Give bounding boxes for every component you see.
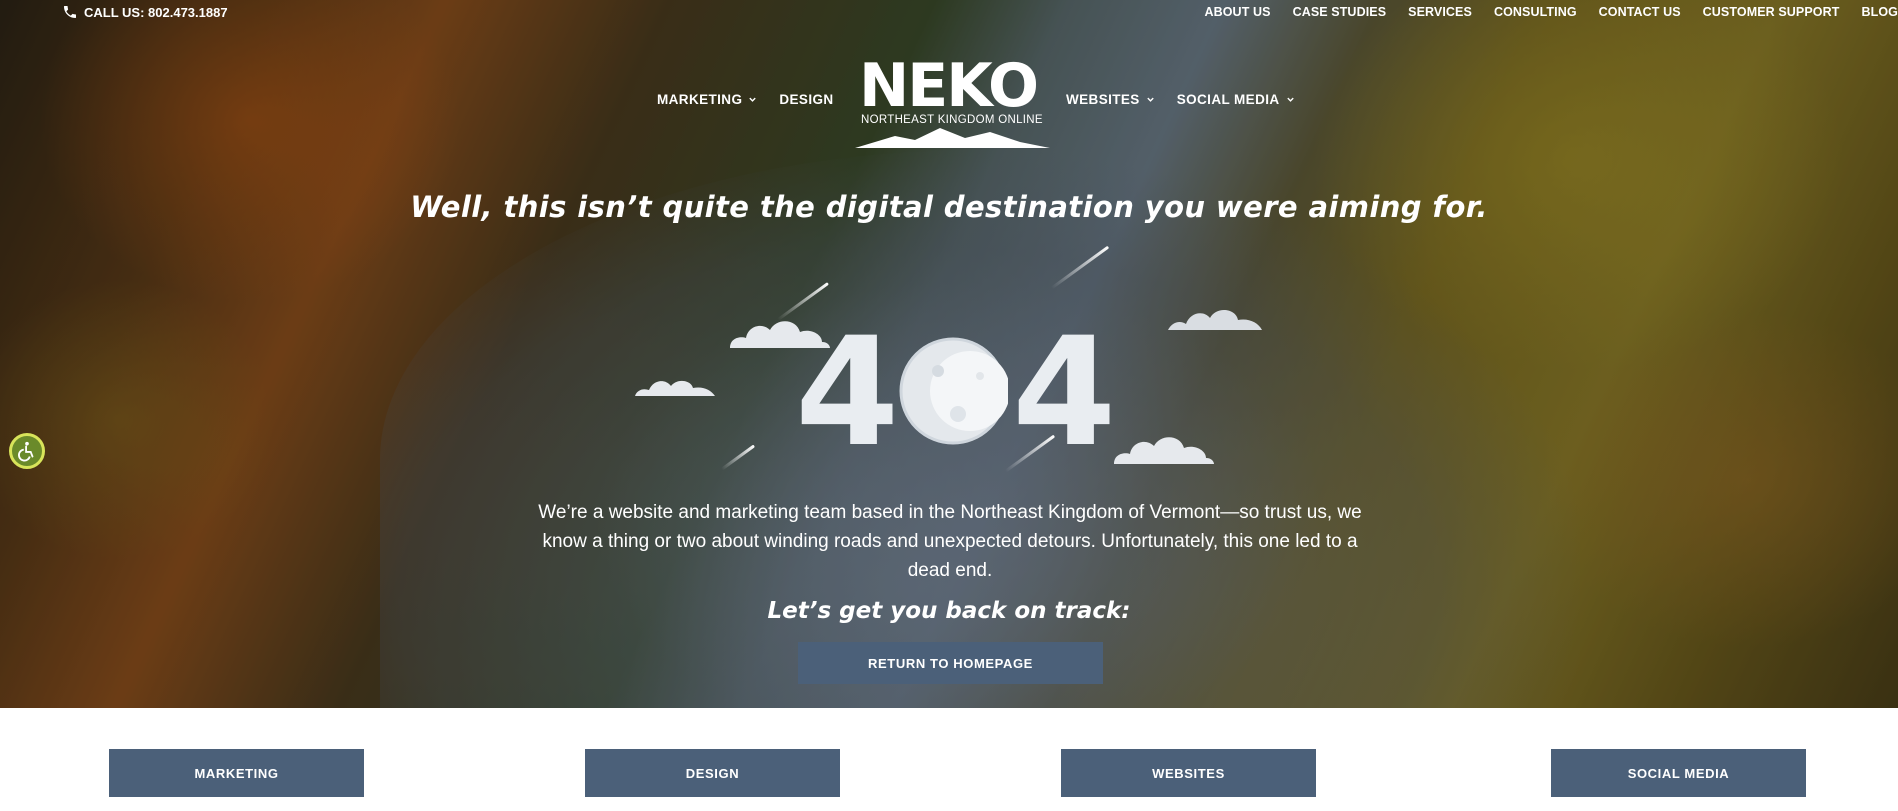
mountain-icon: [855, 128, 1050, 148]
bottom-social-media-button[interactable]: SOCIAL MEDIA: [1551, 749, 1806, 797]
main-nav-left: MARKETING DESIGN: [657, 92, 834, 107]
return-home-button[interactable]: RETURN TO HOMEPAGE: [798, 642, 1103, 684]
hero-subhead: Let’s get you back on track:: [767, 598, 1131, 624]
chevron-down-icon: [1286, 97, 1294, 102]
logo-tagline: NORTHEAST KINGDOM ONLINE: [861, 114, 1043, 126]
top-nav-contact[interactable]: CONTACT US: [1588, 5, 1692, 19]
phone-link[interactable]: CALL US: 802.473.1887: [62, 4, 228, 20]
top-nav-blog[interactable]: BLOG: [1850, 5, 1898, 19]
top-nav: ABOUT US CASE STUDIES SERVICES CONSULTIN…: [1193, 5, 1898, 19]
top-nav-customer-support[interactable]: CUSTOMER SUPPORT: [1692, 5, 1851, 19]
top-nav-services[interactable]: SERVICES: [1397, 5, 1483, 19]
main-nav-marketing-label: MARKETING: [657, 92, 743, 107]
neko-logo[interactable]: NEKO NORTHEAST KINGDOM ONLINE: [855, 56, 1050, 148]
bottom-design-button[interactable]: DESIGN: [585, 749, 840, 797]
accessibility-button[interactable]: [9, 433, 45, 469]
error-digit-last: 4: [1012, 306, 1117, 480]
top-nav-about[interactable]: ABOUT US: [1193, 5, 1281, 19]
chevron-down-icon: [1147, 97, 1154, 102]
main-nav-social-media-label: SOCIAL MEDIA: [1176, 92, 1280, 107]
main-nav-websites[interactable]: WEBSITES: [1066, 92, 1155, 107]
main-nav-social-media[interactable]: SOCIAL MEDIA: [1177, 92, 1295, 107]
main-nav-design[interactable]: DESIGN: [779, 92, 833, 107]
hero-headline: Well, this isn’t quite the digital desti…: [410, 190, 1488, 224]
bottom-websites-button[interactable]: WEBSITES: [1061, 749, 1316, 797]
main-nav-design-label: DESIGN: [779, 92, 834, 107]
cloud-icon: [1114, 437, 1214, 464]
chevron-down-icon: [749, 97, 757, 102]
hero-description: We’re a website and marketing team based…: [538, 502, 1362, 581]
top-nav-consulting[interactable]: CONSULTING: [1483, 5, 1588, 19]
main-nav-marketing[interactable]: MARKETING: [657, 92, 757, 107]
cloud-icon: [635, 380, 715, 396]
phone-label: CALL US: 802.473.1887: [84, 4, 228, 20]
phone-icon: [64, 6, 76, 18]
main-nav-right: WEBSITES SOCIAL MEDIA: [1066, 92, 1295, 107]
main-nav-websites-label: WEBSITES: [1066, 92, 1140, 107]
top-nav-case-studies[interactable]: CASE STUDIES: [1282, 5, 1398, 19]
cloud-icon: [1168, 309, 1262, 330]
moon-icon: [899, 337, 1008, 445]
logo-wordmark: NEKO: [859, 51, 1039, 121]
bottom-marketing-button[interactable]: MARKETING: [109, 749, 364, 797]
wheelchair-icon: [18, 441, 34, 462]
